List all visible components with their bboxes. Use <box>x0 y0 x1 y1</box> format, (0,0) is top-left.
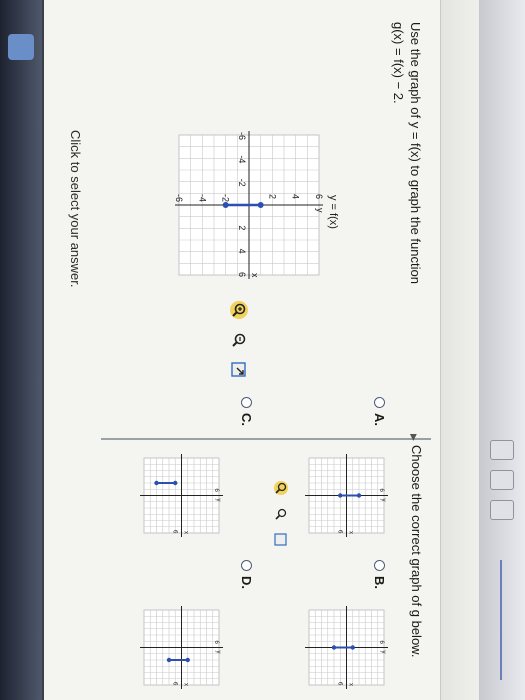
segment-endpoint <box>222 202 229 208</box>
list-view-icon[interactable] <box>490 470 514 490</box>
y-axis-label: y <box>215 499 221 502</box>
right-toolbar <box>479 0 525 700</box>
y-axis-label: y <box>380 651 386 654</box>
y-tick-label: 2 <box>267 194 277 199</box>
segment-endpoint <box>356 493 362 498</box>
y-axis-label: y <box>380 499 386 502</box>
segment-endpoint <box>154 480 159 486</box>
zoom-out-icon[interactable] <box>271 504 291 524</box>
segment-endpoint <box>350 645 355 650</box>
x-tick-label: 6 <box>337 682 343 686</box>
option-d-graph[interactable]: xy66 <box>134 600 229 695</box>
x-tick-label: 6 <box>172 530 178 534</box>
window-tab-icon[interactable] <box>8 34 34 60</box>
segment-endpoint <box>185 657 190 663</box>
instruction-text: Click to select your answer. <box>68 130 83 288</box>
option-b-graph[interactable]: xy66 <box>299 600 394 695</box>
x-tick-label: -6 <box>237 132 247 140</box>
y-tick-label: -4 <box>197 194 207 202</box>
screen: Use the graph of y = f(x) to graph the f… <box>0 0 525 700</box>
segment-endpoint <box>331 645 337 650</box>
option-a-label: A. <box>372 413 387 426</box>
segment-endpoint <box>166 657 172 663</box>
option-b-label: B. <box>372 576 387 589</box>
zoom-in-icon[interactable] <box>229 300 249 320</box>
x-axis-label: x <box>183 531 189 534</box>
option-c-graph[interactable]: xy66 <box>134 448 229 543</box>
answer-prompt: Choose the correct graph of g below. <box>409 445 424 658</box>
x-tick-label: 6 <box>337 530 343 534</box>
segment-endpoint <box>257 202 264 208</box>
option-a-tools <box>271 478 291 550</box>
y-axis-label: y <box>215 651 221 654</box>
x-tick-label: -2 <box>237 179 247 187</box>
main-graph: x y -6 -6 -4 -4 -2 -2 2 2 4 4 6 6 <box>174 131 325 279</box>
grid-view-icon[interactable] <box>490 440 514 460</box>
expand-arrow-icon[interactable]: ▶ <box>408 434 419 441</box>
question-line-1: Use the graph of y = f(x) to graph the f… <box>408 22 423 284</box>
option-b-radio[interactable] <box>374 560 385 571</box>
option-b[interactable]: B. <box>372 560 387 589</box>
y-axis-label: y <box>315 208 325 213</box>
notes-icon[interactable] <box>490 500 514 520</box>
option-a[interactable]: A. <box>372 397 387 426</box>
option-c-label: C. <box>239 413 254 426</box>
y-tick-label: 6 <box>314 194 324 199</box>
x-axis-label: x <box>250 273 260 278</box>
option-a-radio[interactable] <box>374 397 385 408</box>
main-graph-tools <box>229 300 249 380</box>
left-window-edge <box>0 0 42 700</box>
zoom-slider[interactable] <box>500 560 502 680</box>
x-tick-label: 4 <box>237 249 247 254</box>
question-text: Use the graph of y = f(x) to graph the f… <box>390 22 424 462</box>
popout-icon[interactable] <box>229 360 249 380</box>
zoom-out-icon[interactable] <box>229 330 249 350</box>
y-tick-label: -6 <box>174 194 184 202</box>
panel-header <box>440 0 479 700</box>
x-tick-label: 2 <box>237 225 247 230</box>
viewport: Use the graph of y = f(x) to graph the f… <box>44 0 479 700</box>
x-tick-label: -4 <box>237 155 247 163</box>
popout-icon[interactable] <box>271 530 291 550</box>
question-panel: Use the graph of y = f(x) to graph the f… <box>44 0 479 700</box>
segment-endpoint <box>338 493 343 498</box>
x-tick-label: 6 <box>237 272 247 277</box>
x-axis-label: x <box>348 683 354 686</box>
option-d-label: D. <box>239 576 254 589</box>
x-axis-label: x <box>183 683 189 686</box>
option-d[interactable]: D. <box>239 560 254 589</box>
y-tick-label: 4 <box>291 194 301 199</box>
zoom-in-icon[interactable] <box>271 478 291 498</box>
option-c-radio[interactable] <box>241 397 252 408</box>
segment-endpoint <box>173 480 178 486</box>
x-tick-label: 6 <box>172 682 178 686</box>
option-c[interactable]: C. <box>239 397 254 426</box>
option-d-radio[interactable] <box>241 560 252 571</box>
option-a-graph[interactable]: xy66 <box>299 448 394 543</box>
question-line-2: g(x) = f(x) − 2. <box>391 22 406 104</box>
y-tick-label: -2 <box>221 194 231 202</box>
x-axis-label: x <box>348 531 354 534</box>
pane-divider[interactable] <box>101 438 431 440</box>
